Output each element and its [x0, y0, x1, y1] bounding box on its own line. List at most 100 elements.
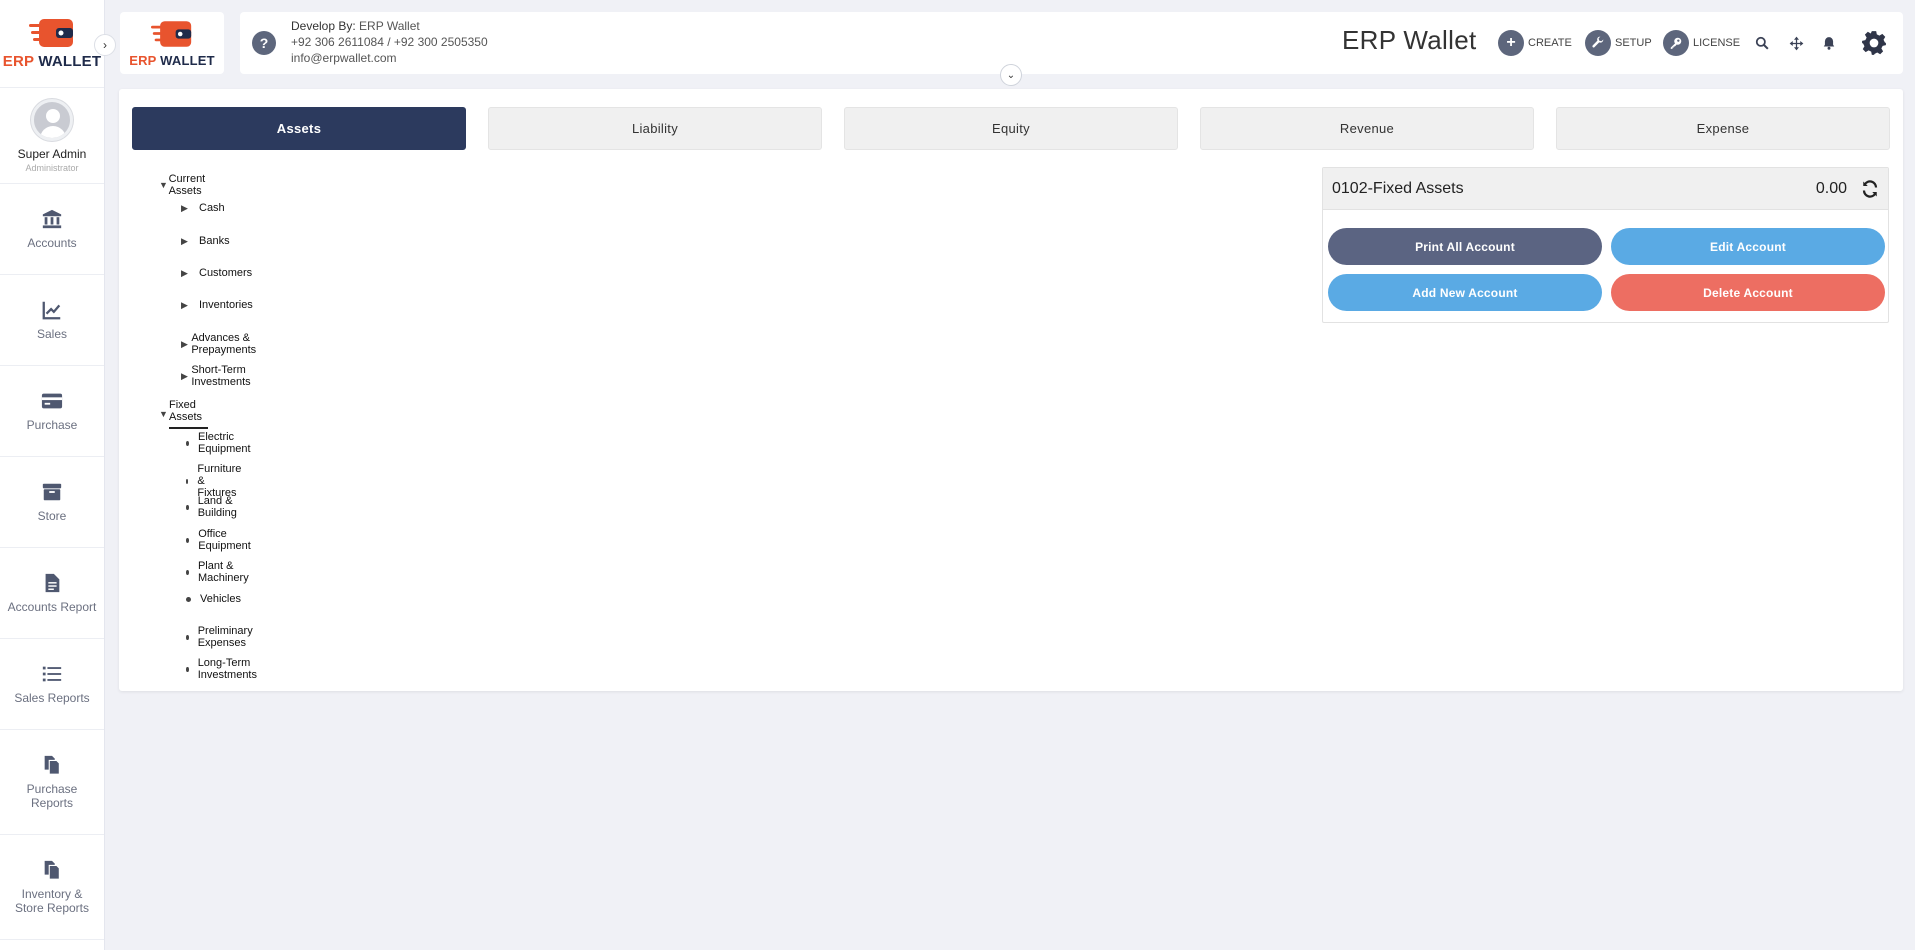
account-title: 0102-Fixed Assets: [1332, 179, 1464, 197]
tree-item[interactable]: Vehicles: [181, 593, 241, 605]
refresh-icon[interactable]: [1861, 179, 1879, 198]
tab-assets[interactable]: Assets: [132, 107, 466, 150]
license-button[interactable]: LICENSE: [1663, 30, 1740, 56]
tree-item-label: Banks: [199, 235, 230, 247]
archive-box-icon: [42, 483, 62, 501]
caret-right-icon: ▶: [181, 370, 188, 381]
tree-item[interactable]: ▶ Customers: [181, 267, 252, 279]
tree-item[interactable]: ▶ Inventories: [181, 299, 253, 311]
tree-item[interactable]: Furniture & Fixtures: [181, 463, 244, 499]
dev-name: ERP Wallet: [359, 19, 420, 33]
sidebar-item-inventory-store-reports[interactable]: Inventory & Store Reports: [0, 835, 104, 940]
license-label: LICENSE: [1693, 37, 1741, 49]
erp-wallet-logo-icon: [151, 20, 192, 47]
sidebar-item-purchase-reports[interactable]: Purchase Reports: [0, 730, 104, 835]
bullet-icon: [186, 569, 189, 575]
caret-right-icon: ▶: [181, 202, 188, 213]
tree-item-label: Customers: [199, 267, 253, 279]
sidebar: ERP WALLET Super Admin Administrator Acc…: [0, 0, 105, 950]
tree-group-label: Current Assets: [168, 173, 206, 197]
sidebar-logo[interactable]: ERP WALLET: [0, 0, 104, 88]
tree-item-label: Electric Equipment: [197, 431, 251, 455]
edit-account-button[interactable]: Edit Account: [1611, 228, 1885, 265]
plus-icon: +: [1498, 30, 1524, 56]
tree-item[interactable]: ▶ Banks: [181, 235, 230, 247]
tree-group-current-assets[interactable]: ▼ Current Assets: [159, 173, 212, 197]
sidebar-item-sales[interactable]: Sales: [0, 275, 104, 366]
copy-icon: [44, 860, 60, 880]
sidebar-item-label: Purchase: [26, 418, 78, 432]
tree-item[interactable]: Long-Term Investments: [181, 657, 259, 681]
top-header: ? Develop By: ERP Wallet +92 306 2611084…: [240, 12, 1903, 74]
developer-info: Develop By: ERP Wallet +92 306 2611084 /…: [291, 18, 488, 66]
tab-equity[interactable]: Equity: [844, 107, 1178, 150]
tree-item[interactable]: ▶ Cash: [181, 202, 225, 214]
bullet-icon: [186, 504, 189, 510]
tree-item[interactable]: ▶ Advances & Prepayments: [181, 332, 264, 356]
bullet-icon: [186, 537, 190, 543]
document-icon: [45, 573, 60, 593]
caret-down-icon: ▼: [159, 180, 168, 190]
header-logo[interactable]: ERP WALLET: [120, 12, 224, 74]
tree-item-label: Vehicles: [200, 593, 241, 605]
tree-item[interactable]: Preliminary Expenses: [181, 625, 255, 649]
setup-button[interactable]: SETUP: [1585, 30, 1652, 56]
print-all-account-button[interactable]: Print All Account: [1328, 228, 1602, 265]
tree-item-label: Long-Term Investments: [197, 657, 257, 681]
sidebar-expand-button[interactable]: ›: [94, 34, 116, 56]
credit-card-icon: [41, 393, 63, 409]
tab-expense[interactable]: Expense: [1556, 107, 1890, 150]
tree-item[interactable]: Land & Building: [181, 495, 239, 519]
tree-item-label: Inventories: [199, 299, 253, 311]
bullet-icon: [186, 478, 189, 484]
dev-email: info@erpwallet.com: [291, 51, 397, 65]
tree-item-label: Land & Building: [197, 495, 237, 519]
sidebar-item-label: Purchase Reports: [26, 782, 78, 810]
profile-role: Administrator: [25, 162, 79, 173]
bank-icon: [42, 209, 62, 229]
tree-group-fixed-assets[interactable]: ▼ Fixed Assets: [159, 399, 208, 429]
delete-account-button[interactable]: Delete Account: [1611, 274, 1885, 311]
sidebar-item-label: Accounts Report: [7, 600, 97, 614]
sidebar-item-accounts-report[interactable]: Accounts Report: [0, 548, 104, 639]
tab-liability[interactable]: Liability: [488, 107, 822, 150]
move-arrows-icon[interactable]: [1785, 32, 1807, 54]
search-icon[interactable]: [1751, 32, 1773, 54]
create-button[interactable]: + CREATE: [1498, 30, 1572, 56]
header-logo-text: ERP WALLET: [129, 52, 215, 68]
tree-item[interactable]: Plant & Machinery: [181, 560, 251, 584]
profile-name: Super Admin: [17, 146, 87, 161]
bullet-icon: [186, 666, 189, 672]
user-profile[interactable]: Super Admin Administrator: [0, 88, 104, 184]
key-icon: [1663, 30, 1689, 56]
setup-label: SETUP: [1615, 37, 1652, 49]
bullet-icon: [186, 440, 189, 446]
tree-item[interactable]: ▶ Short-Term Investments: [181, 364, 258, 388]
sidebar-item-sales-reports[interactable]: Sales Reports: [0, 639, 104, 730]
gear-icon[interactable]: [1860, 29, 1888, 57]
bell-icon[interactable]: [1818, 32, 1840, 54]
sidebar-item-purchase[interactable]: Purchase: [0, 366, 104, 457]
add-new-account-button[interactable]: Add New Account: [1328, 274, 1602, 311]
tab-revenue[interactable]: Revenue: [1200, 107, 1534, 150]
dev-phones: +92 306 2611084 / +92 300 2505350: [291, 35, 488, 49]
app-title: ERP Wallet: [1342, 25, 1477, 55]
account-header: 0102-Fixed Assets 0.00: [1323, 168, 1888, 210]
bullet-icon: [186, 634, 189, 640]
wrench-icon: [1585, 30, 1611, 56]
tree-item[interactable]: Office Equipment: [181, 528, 253, 552]
sidebar-logo-text: ERP WALLET: [2, 53, 102, 70]
caret-right-icon: ▶: [181, 235, 188, 246]
tree-item[interactable]: Electric Equipment: [181, 431, 253, 455]
caret-right-icon: ▶: [181, 338, 188, 349]
sidebar-item-store[interactable]: Store: [0, 457, 104, 548]
header-expand-toggle[interactable]: ⌄: [1000, 64, 1022, 86]
sidebar-item-label: Sales Reports: [14, 691, 90, 705]
tree-item-label: Short-Term Investments: [191, 364, 251, 388]
sidebar-item-accounts[interactable]: Accounts: [0, 184, 104, 275]
help-icon[interactable]: ?: [252, 31, 276, 55]
tree-item-label: Furniture & Fixtures: [197, 463, 242, 499]
account-balance: 0.00: [1815, 179, 1847, 197]
caret-right-icon: ▶: [181, 299, 188, 310]
bullet-icon: [186, 596, 191, 602]
